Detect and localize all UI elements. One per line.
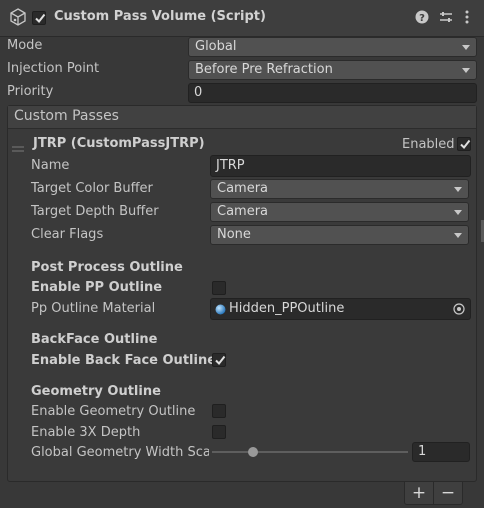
svg-text:?: ?: [419, 13, 425, 24]
post-process-outline-header: Post Process Outline: [31, 260, 183, 275]
enable-geometry-outline-label: Enable Geometry Outline: [31, 404, 196, 419]
slider-track: [212, 451, 408, 453]
checkmark-icon: [35, 13, 46, 24]
target-color-buffer-value: Camera: [217, 181, 269, 196]
script-cube-icon: [9, 8, 27, 30]
enable-3x-depth-checkbox[interactable]: [212, 425, 226, 439]
name-label: Name: [31, 158, 70, 173]
geometry-outline-header: Geometry Outline: [31, 384, 161, 399]
component-enabled-checkbox[interactable]: [32, 11, 46, 25]
injection-point-value: Before Pre Refraction: [195, 62, 333, 77]
clear-flags-dropdown[interactable]: None: [210, 225, 469, 245]
priority-value: 0: [194, 85, 203, 100]
dropdown-arrow-icon: [462, 45, 470, 50]
enable-pp-outline-label: Enable PP Outline: [31, 280, 163, 295]
pass-enabled-label: Enabled: [402, 137, 455, 152]
preset-sliders-icon[interactable]: [439, 10, 453, 28]
pp-outline-material-value: Hidden_PPOutline: [229, 301, 345, 316]
slider-thumb[interactable]: [248, 447, 258, 457]
component-header: Custom Pass Volume (Script) ?: [0, 0, 484, 37]
clear-flags-value: None: [217, 227, 251, 242]
pass-enabled-checkbox[interactable]: [457, 137, 471, 151]
backface-outline-header: BackFace Outline: [31, 332, 158, 347]
enable-pp-outline-checkbox[interactable]: [212, 281, 226, 295]
add-pass-button[interactable]: +: [404, 481, 434, 505]
enable-3x-depth-label: Enable 3X Depth: [31, 425, 141, 440]
global-geometry-width-value: 1: [418, 444, 427, 459]
enable-back-face-outline-checkbox[interactable]: [212, 353, 226, 367]
pp-outline-material-label: Pp Outline Material: [31, 301, 156, 316]
enable-back-face-outline-label: Enable Back Face Outline: [31, 353, 217, 368]
object-picker-icon[interactable]: [453, 303, 465, 319]
pp-outline-material-field[interactable]: Hidden_PPOutline: [210, 298, 471, 320]
checkmark-icon: [215, 355, 226, 366]
global-geometry-width-slider[interactable]: [212, 444, 408, 460]
priority-field[interactable]: 0: [188, 83, 477, 103]
drag-handle-icon[interactable]: [12, 141, 24, 156]
target-depth-buffer-dropdown[interactable]: Camera: [210, 202, 469, 222]
custom-passes-title: Custom Passes: [14, 108, 119, 124]
target-depth-buffer-value: Camera: [217, 204, 269, 219]
clear-flags-label: Clear Flags: [31, 227, 104, 242]
add-label: +: [411, 483, 427, 503]
name-value: JTRP: [216, 158, 245, 173]
component-title: Custom Pass Volume (Script): [54, 9, 266, 24]
dropdown-arrow-icon: [454, 210, 462, 215]
target-color-buffer-dropdown[interactable]: Camera: [210, 179, 469, 199]
checkmark-icon: [460, 139, 471, 150]
priority-label: Priority: [7, 84, 54, 99]
mode-dropdown[interactable]: Global: [188, 37, 477, 57]
mode-value: Global: [195, 39, 237, 54]
mode-label: Mode: [7, 38, 43, 53]
custom-passes-header: Custom Passes: [8, 106, 476, 129]
kebab-menu-icon[interactable]: [465, 10, 469, 28]
target-depth-buffer-label: Target Depth Buffer: [31, 204, 159, 219]
global-geometry-width-field[interactable]: 1: [412, 442, 470, 462]
remove-pass-button[interactable]: −: [433, 481, 463, 505]
target-color-buffer-label: Target Color Buffer: [31, 181, 153, 196]
dropdown-arrow-icon: [454, 187, 462, 192]
global-geometry-width-label: Global Geometry Width Scal: [31, 445, 209, 460]
dropdown-arrow-icon: [462, 68, 470, 73]
injection-point-dropdown[interactable]: Before Pre Refraction: [188, 60, 477, 80]
help-icon[interactable]: ?: [415, 10, 429, 28]
material-sphere-icon: [215, 304, 226, 319]
enable-geometry-outline-checkbox[interactable]: [212, 404, 226, 418]
name-field[interactable]: JTRP: [210, 155, 471, 177]
dropdown-arrow-icon: [454, 233, 462, 238]
pass-title: JTRP (CustomPassJTRP): [33, 136, 205, 151]
remove-label: −: [440, 483, 456, 503]
injection-point-label: Injection Point: [7, 61, 100, 76]
